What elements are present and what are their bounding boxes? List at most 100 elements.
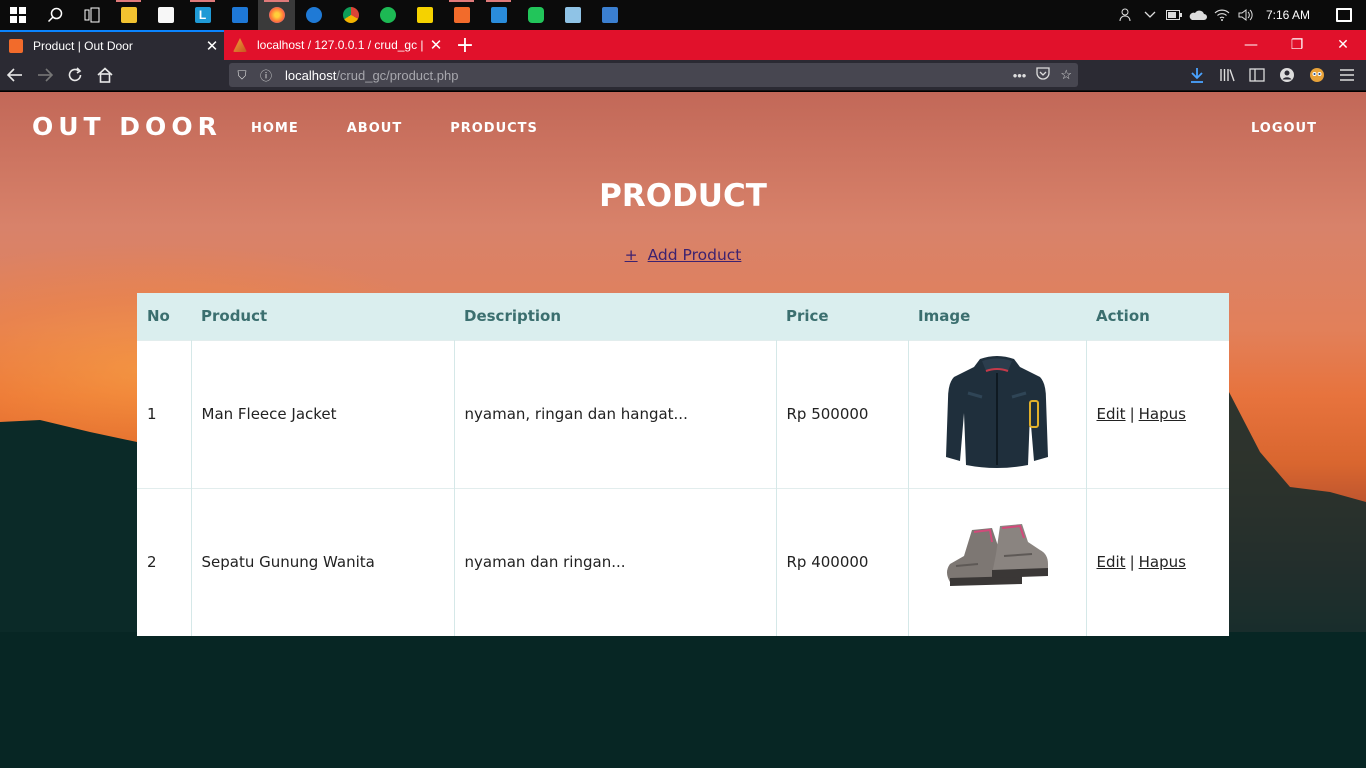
bookmark-star-icon[interactable]: ☆ [1060, 67, 1072, 83]
cell-image [908, 487, 1087, 636]
hiking-shoes-image [947, 524, 1048, 587]
header-price: Price [776, 293, 908, 340]
edge-icon[interactable] [295, 0, 332, 30]
action-separator: | [1129, 553, 1135, 572]
edit-link[interactable]: Edit [1097, 553, 1126, 571]
sidebar-icon[interactable] [1242, 60, 1272, 90]
cell-image [908, 339, 1087, 488]
jacket-image [946, 356, 1048, 468]
file-explorer-icon[interactable] [110, 0, 147, 30]
line-icon[interactable] [517, 0, 554, 30]
back-button[interactable] [0, 60, 30, 90]
address-bar[interactable]: ⛉ ⓘ localhost/crud_gc/product.php ••• ☆ [229, 63, 1078, 87]
url-path: /crud_gc/product.php [336, 67, 459, 83]
wifi-icon[interactable] [1210, 0, 1234, 30]
clock[interactable]: 7:16 AM [1258, 8, 1322, 22]
restore-button[interactable]: ❐ [1274, 30, 1320, 60]
table-row: 2 Sepatu Gunung Wanita nyaman dan ringan… [137, 487, 1229, 636]
page-content: OUT DOOR HOME ABOUT PRODUCTS LOGOUT PROD… [0, 92, 1366, 768]
volume-icon[interactable] [1234, 0, 1258, 30]
people-icon[interactable] [1114, 0, 1138, 30]
add-product-wrapper: + Add Product [0, 245, 1366, 264]
chevron-up-icon[interactable] [1138, 0, 1162, 30]
header-image: Image [908, 293, 1086, 340]
action-separator: | [1129, 405, 1135, 423]
account-icon[interactable] [1272, 60, 1302, 90]
browser-tab-strip: Product | Out Door ✕ localhost / 127.0.0… [0, 30, 1366, 60]
tab-product-outdoor[interactable]: Product | Out Door ✕ [0, 30, 224, 60]
info-icon[interactable]: ⓘ [255, 67, 277, 84]
delete-link[interactable]: Hapus [1139, 553, 1186, 571]
products-table: No Product Description Price Image Actio… [137, 293, 1229, 636]
notepad-icon[interactable] [554, 0, 591, 30]
page-title: PRODUCT [599, 178, 767, 214]
plus-icon: + [624, 246, 638, 264]
cell-action: Edit | Hapus [1086, 487, 1229, 636]
tab-title: Product | Out Door [33, 39, 133, 53]
cell-description: nyaman dan ringan... [454, 487, 777, 636]
main-menu: HOME ABOUT PRODUCTS [251, 121, 538, 136]
delete-link[interactable]: Hapus [1139, 405, 1186, 423]
site-logo[interactable]: OUT DOOR [32, 112, 222, 141]
close-window-button[interactable]: ✕ [1320, 30, 1366, 60]
edit-link[interactable]: Edit [1097, 405, 1126, 423]
url-host: localhost [285, 67, 337, 83]
cell-action: Edit | Hapus [1086, 339, 1229, 488]
battery-icon[interactable] [1162, 0, 1186, 30]
add-product-link[interactable]: + Add Product [625, 246, 742, 264]
window-controls: — ❐ ✕ [1228, 30, 1366, 60]
mail-icon[interactable] [221, 0, 258, 30]
header-no: No [137, 293, 191, 340]
close-tab-icon[interactable]: ✕ [424, 36, 448, 54]
header-action: Action [1086, 293, 1229, 340]
table-header-row: No Product Description Price Image Actio… [137, 293, 1229, 340]
xampp-favicon-icon [9, 39, 23, 53]
phpmyadmin-favicon-icon [233, 38, 247, 52]
cell-product: Man Fleece Jacket [191, 339, 455, 488]
system-tray: 7:16 AM [1114, 0, 1366, 30]
menu-hamburger-icon[interactable] [1332, 60, 1362, 90]
header-product: Product [191, 293, 454, 340]
search-icon[interactable] [36, 0, 73, 30]
add-product-label: Add Product [647, 246, 742, 264]
action-center-icon[interactable] [1322, 0, 1366, 30]
browser-toolbar: ⛉ ⓘ localhost/crud_gc/product.php ••• ☆ [0, 60, 1366, 91]
cell-product: Sepatu Gunung Wanita [191, 487, 455, 636]
close-tab-icon[interactable]: ✕ [200, 37, 224, 55]
task-view-icon[interactable] [73, 0, 110, 30]
windows-taskbar: L 7:16 AM [0, 0, 1366, 30]
table-row: 1 Man Fleece Jacket nyaman, ringan dan h… [137, 339, 1229, 488]
logout-link[interactable]: LOGOUT [1251, 121, 1317, 136]
minimize-button[interactable]: — [1228, 30, 1274, 60]
vscode-icon[interactable] [480, 0, 517, 30]
page-actions-icon[interactable]: ••• [1013, 68, 1027, 83]
cell-no: 2 [137, 487, 192, 636]
extension-icon[interactable] [1302, 60, 1332, 90]
nav-home[interactable]: HOME [251, 121, 299, 136]
nav-about[interactable]: ABOUT [347, 121, 402, 136]
start-button[interactable] [0, 0, 36, 30]
tab-title: localhost / 127.0.0.1 / crud_gc | [257, 38, 424, 52]
pocket-icon[interactable] [1036, 67, 1050, 83]
tab-phpmyadmin[interactable]: localhost / 127.0.0.1 / crud_gc | ✕ [224, 30, 448, 60]
cell-description: nyaman, ringan dan hangat... [454, 339, 777, 488]
store-icon[interactable] [147, 0, 184, 30]
reload-button[interactable] [60, 60, 90, 90]
cell-no: 1 [137, 339, 192, 488]
sticky-notes-icon[interactable] [406, 0, 443, 30]
app-l-icon[interactable]: L [184, 0, 221, 30]
shield-icon[interactable]: ⛉ [231, 68, 253, 83]
onedrive-icon[interactable] [1186, 0, 1210, 30]
spotify-icon[interactable] [369, 0, 406, 30]
photos-icon[interactable] [591, 0, 628, 30]
xampp-icon[interactable] [443, 0, 480, 30]
downloads-icon[interactable] [1182, 60, 1212, 90]
nav-products[interactable]: PRODUCTS [450, 121, 538, 136]
new-tab-button[interactable]: + [452, 30, 478, 60]
home-button[interactable] [90, 60, 120, 90]
forward-button[interactable] [30, 60, 60, 90]
firefox-icon[interactable] [258, 0, 295, 30]
cell-price: Rp 500000 [776, 339, 909, 488]
library-icon[interactable] [1212, 60, 1242, 90]
chrome-icon[interactable] [332, 0, 369, 30]
